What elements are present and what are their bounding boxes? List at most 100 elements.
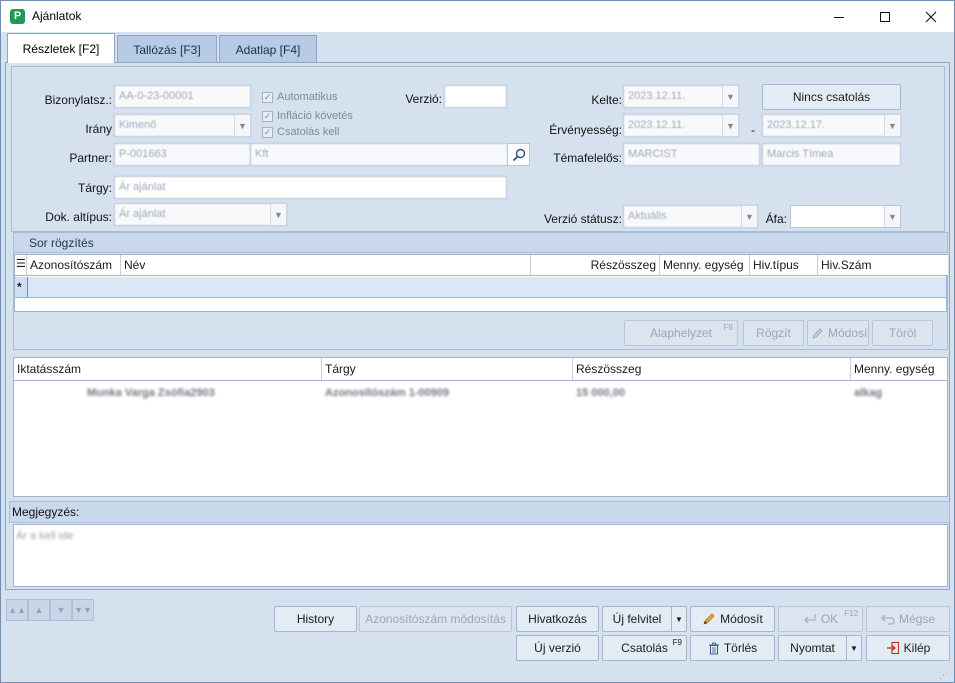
csatolas-button[interactable]: Csatolás F9: [602, 635, 687, 661]
record-navigator: ▲▲ ▲ ▼ ▼▼: [6, 599, 94, 623]
csatolas-kell-label: Csatolás kell: [277, 126, 340, 138]
irany-label: Irány: [85, 122, 112, 136]
exit-icon: [886, 641, 899, 655]
minimize-button[interactable]: [816, 1, 862, 32]
checkbox-icon: ✓: [262, 126, 273, 138]
sor-rogzites-panel: Sor rögzítés ☰ Azonosítószám Név Részöss…: [13, 232, 948, 350]
chevron-down-icon[interactable]: ▼: [270, 204, 286, 225]
first-record-icon[interactable]: ▲▲: [6, 599, 28, 621]
sor-rogzites-grid[interactable]: ☰ Azonosítószám Név Részösszeg Menny. eg…: [14, 254, 948, 312]
header-form-panel: Bizonylatsz.: AA-0-23-00001 ✓ Automatiku…: [11, 66, 945, 232]
inflacio-checkbox[interactable]: ✓ Infláció követés: [262, 110, 353, 122]
uj-felvitel-button[interactable]: Új felvitel: [602, 606, 671, 632]
checkbox-icon: ✓: [262, 110, 273, 122]
partner-code-field[interactable]: P-001663: [114, 143, 251, 166]
col-nev[interactable]: Név: [121, 255, 531, 276]
minimize-icon: [834, 16, 844, 18]
prev-record-icon[interactable]: ▲: [28, 599, 50, 621]
inflacio-label: Infláció követés: [277, 110, 353, 122]
col-hiv-tipus[interactable]: Hiv.típus: [750, 255, 818, 276]
app-logo-icon: P: [10, 9, 25, 24]
verzio-field[interactable]: [444, 85, 507, 108]
new-row-marker: *: [17, 280, 22, 294]
tab-reszletek[interactable]: Részletek [F2]: [7, 33, 115, 63]
col-reszosszeg[interactable]: Részösszeg: [531, 255, 660, 276]
new-row[interactable]: *: [15, 277, 946, 298]
megjegyzes-label: Megjegyzés:: [12, 505, 80, 519]
partner-name-field[interactable]: Kft: [250, 143, 508, 166]
alaphelyzet-button[interactable]: Alaphelyzet F8: [624, 320, 738, 346]
dok-altipus-field[interactable]: Ár ajánlat: [114, 203, 287, 226]
torles-button[interactable]: Törlés: [690, 635, 775, 661]
rogzit-button[interactable]: Rögzít: [743, 320, 804, 346]
last-record-icon[interactable]: ▼▼: [72, 599, 94, 621]
dok-altipus-label: Dok. altípus:: [45, 210, 112, 224]
grid-menu-icon[interactable]: ☰: [15, 255, 27, 276]
targy-field[interactable]: Ár ajánlat: [114, 176, 507, 199]
items-grid[interactable]: Iktatásszám Tárgy Részösszeg Menny. egys…: [13, 357, 948, 497]
chevron-down-icon[interactable]: ▼: [884, 206, 900, 227]
col-targy[interactable]: Tárgy: [322, 358, 573, 381]
chevron-down-icon[interactable]: ▼: [722, 115, 738, 136]
app-window: P Ajánlatok Részletek [F2] Tallózás [F3]…: [0, 0, 955, 683]
modosit-button[interactable]: Módosít: [690, 606, 775, 632]
tab-adatlap[interactable]: Adatlap [F4]: [219, 35, 317, 63]
col-reszosszeg-items[interactable]: Részösszeg: [573, 358, 851, 381]
automatikus-checkbox[interactable]: ✓ Automatikus: [262, 91, 338, 103]
csatolas-shortcut: F9: [672, 638, 682, 647]
modosit-label: Módosít: [720, 612, 763, 626]
verzio-statusz-field[interactable]: Aktuális: [623, 205, 758, 228]
maximize-button[interactable]: [862, 1, 908, 32]
uj-verzio-button[interactable]: Új verzió: [516, 635, 599, 661]
ok-button[interactable]: OK F12: [778, 606, 863, 632]
sor-rogzites-header: Sor rögzítés: [14, 233, 947, 253]
ok-label: OK: [820, 612, 839, 626]
pencil-icon: [812, 327, 823, 339]
bizonylatsz-field[interactable]: AA-0-23-00001: [114, 85, 251, 108]
ervenyesseg-label: Érvényesség:: [549, 123, 622, 137]
col-iktatasszam[interactable]: Iktatásszám: [14, 358, 322, 381]
irany-field[interactable]: Kimenő: [114, 114, 251, 137]
partner-label: Partner:: [69, 151, 112, 165]
row-reszosszeg: 15 000,00: [576, 387, 625, 399]
close-button[interactable]: [908, 1, 954, 32]
ervenyesseg-to-field[interactable]: 2023.12.17.: [762, 114, 901, 137]
col-menny-egyseg[interactable]: Menny. egység: [660, 255, 750, 276]
targy-label: Tárgy:: [77, 181, 112, 195]
enter-arrow-icon: [803, 614, 816, 624]
row-targy: Azonosítószám 1-00909: [325, 387, 450, 399]
chevron-down-icon[interactable]: ▼: [741, 206, 757, 227]
col-menny-egyseg-items[interactable]: Menny. egység: [851, 358, 947, 381]
csatolas-kell-checkbox[interactable]: ✓ Csatolás kell: [262, 126, 339, 138]
trash-icon: [708, 642, 719, 654]
tab-tallozas[interactable]: Tallózás [F3]: [117, 35, 217, 63]
sor-modosit-button[interactable]: Módosí: [807, 320, 869, 346]
resize-grip-icon[interactable]: ⋰: [939, 669, 951, 681]
row-iktatasszam: Munka Varga Zsófia2903: [87, 387, 215, 399]
checkbox-icon: ✓: [262, 91, 273, 103]
sor-rogzites-title: Sor rögzítés: [29, 236, 94, 250]
temafelelos-name-field[interactable]: Marcis Tímea: [762, 143, 901, 166]
uj-felvitel-dropdown-icon[interactable]: ▼: [671, 606, 687, 632]
torol-button[interactable]: Töröl: [872, 320, 933, 346]
megse-button[interactable]: Mégse: [866, 606, 950, 632]
csatolas-label: Csatolás: [621, 641, 668, 655]
hivatkozas-button[interactable]: Hivatkozás: [516, 606, 599, 632]
chevron-down-icon[interactable]: ▼: [884, 115, 900, 136]
chevron-down-icon[interactable]: ▼: [722, 86, 738, 107]
nincs-csatolas-button[interactable]: Nincs csatolás: [762, 84, 901, 110]
next-record-icon[interactable]: ▼: [50, 599, 72, 621]
megjegyzes-textarea[interactable]: Ár a kell ide: [13, 524, 948, 587]
ok-shortcut: F12: [844, 609, 858, 618]
temafelelos-code-field[interactable]: MARCIST: [623, 143, 760, 166]
table-row[interactable]: Munka Varga Zsófia2903 Azonosítószám 1-0…: [14, 382, 947, 404]
history-button[interactable]: History: [274, 606, 357, 632]
kilep-button[interactable]: Kilép: [866, 635, 950, 661]
new-row-cell[interactable]: [27, 277, 946, 297]
nyomtat-button[interactable]: Nyomtat: [778, 635, 846, 661]
chevron-down-icon[interactable]: ▼: [234, 115, 250, 136]
nyomtat-dropdown-icon[interactable]: ▼: [846, 635, 862, 661]
col-azonositoszam[interactable]: Azonosítószám: [27, 255, 121, 276]
col-hiv-szam[interactable]: Hiv.Szám: [818, 255, 948, 276]
azonositoszam-modositas-button[interactable]: Azonosítószám módosítás: [359, 606, 512, 632]
